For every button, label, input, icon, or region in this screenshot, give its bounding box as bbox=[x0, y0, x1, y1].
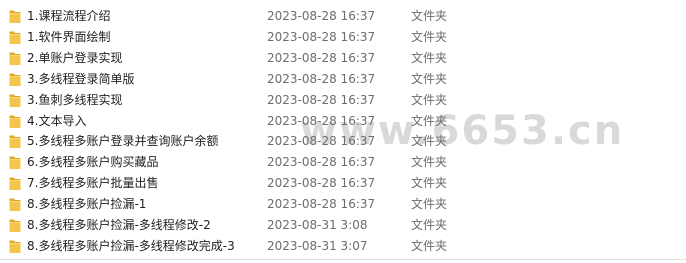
file-list: 1.课程流程介绍 2023-08-28 16:37 文件夹 1.软件界面绘制 2023-… bbox=[0, 0, 686, 263]
file-row[interactable]: 8.多线程多账户捡漏-多线程修改完成-3 2023-08-31 3:07 文件夹 bbox=[0, 236, 686, 257]
file-row[interactable]: 1.软件界面绘制 2023-08-28 16:37 文件夹 bbox=[0, 27, 686, 48]
file-name[interactable]: 1.软件界面绘制 bbox=[27, 30, 110, 45]
file-type: 文件夹 bbox=[411, 113, 448, 128]
modified-date: 2023-08-28 16:37 bbox=[267, 197, 376, 212]
file-row[interactable]: 8.多线程多账户捡漏-多线程修改-2 2023-08-31 3:08 文件夹 bbox=[0, 215, 686, 236]
file-name[interactable]: 7.多线程多账户批量出售 bbox=[27, 176, 158, 191]
folder-icon bbox=[9, 93, 21, 108]
file-name[interactable]: 3.多线程登录简单版 bbox=[27, 72, 134, 87]
list-bottom-divider bbox=[0, 259, 686, 260]
file-name[interactable]: 5.多线程多账户登录并查询账户余额 bbox=[27, 134, 218, 149]
file-row[interactable]: 3.鱼刺多线程实现 2023-08-28 16:37 文件夹 bbox=[0, 90, 686, 111]
file-row[interactable]: 8.多线程多账户捡漏-1 2023-08-28 16:37 文件夹 bbox=[0, 194, 686, 215]
modified-date: 2023-08-28 16:37 bbox=[267, 71, 376, 86]
modified-date: 2023-08-28 16:37 bbox=[267, 134, 376, 149]
folder-icon bbox=[9, 134, 21, 149]
modified-date: 2023-08-28 16:37 bbox=[267, 9, 376, 23]
file-name[interactable]: 8.多线程多账户捡漏-多线程修改完成-3 bbox=[27, 239, 235, 254]
folder-icon bbox=[9, 9, 21, 24]
file-type: 文件夹 bbox=[411, 71, 448, 86]
folder-icon bbox=[9, 176, 21, 191]
modified-date: 2023-08-28 16:37 bbox=[267, 92, 376, 107]
file-type: 文件夹 bbox=[411, 218, 448, 232]
folder-icon bbox=[9, 218, 21, 233]
folder-icon bbox=[9, 72, 21, 87]
file-type: 文件夹 bbox=[411, 155, 448, 170]
file-name[interactable]: 2.单账户登录实现 bbox=[27, 51, 122, 66]
file-row[interactable]: 3.多线程登录简单版 2023-08-28 16:37 文件夹 bbox=[0, 69, 686, 90]
modified-date: 2023-08-28 16:37 bbox=[267, 50, 376, 65]
file-type: 文件夹 bbox=[411, 92, 448, 107]
file-type: 文件夹 bbox=[411, 9, 448, 23]
modified-date: 2023-08-28 16:37 bbox=[267, 176, 376, 191]
folder-icon bbox=[9, 239, 21, 254]
file-type: 文件夹 bbox=[411, 238, 448, 253]
folder-icon bbox=[9, 51, 21, 66]
file-row[interactable]: 4.文本导入 2023-08-28 16:37 文件夹 bbox=[0, 111, 686, 132]
file-row[interactable]: 5.多线程多账户登录并查询账户余额 2023-08-28 16:37 文件夹 bbox=[0, 131, 686, 152]
file-name[interactable]: 8.多线程多账户捡漏-多线程修改-2 bbox=[27, 218, 211, 233]
folder-icon bbox=[9, 30, 21, 45]
file-type: 文件夹 bbox=[411, 134, 448, 149]
file-type: 文件夹 bbox=[411, 176, 448, 191]
file-name[interactable]: 3.鱼刺多线程实现 bbox=[27, 93, 122, 108]
file-row[interactable]: 6.多线程多账户购买藏品 2023-08-28 16:37 文件夹 bbox=[0, 152, 686, 173]
modified-date: 2023-08-28 16:37 bbox=[267, 29, 376, 44]
file-name[interactable]: 1.课程流程介绍 bbox=[27, 9, 110, 24]
file-row[interactable]: 7.多线程多账户批量出售 2023-08-28 16:37 文件夹 bbox=[0, 173, 686, 194]
modified-date: 2023-08-28 16:37 bbox=[267, 113, 376, 128]
file-row[interactable]: 2.单账户登录实现 2023-08-28 16:37 文件夹 bbox=[0, 48, 686, 69]
file-row[interactable]: 1.课程流程介绍 2023-08-28 16:37 文件夹 bbox=[0, 6, 686, 27]
folder-icon bbox=[9, 197, 21, 212]
modified-date: 2023-08-31 3:07 bbox=[267, 238, 368, 253]
file-type: 文件夹 bbox=[411, 29, 448, 44]
file-type: 文件夹 bbox=[411, 197, 448, 212]
file-type: 文件夹 bbox=[411, 50, 448, 65]
file-name[interactable]: 6.多线程多账户购买藏品 bbox=[27, 155, 158, 170]
file-name[interactable]: 4.文本导入 bbox=[27, 114, 86, 129]
modified-date: 2023-08-31 3:08 bbox=[267, 218, 368, 232]
file-name[interactable]: 8.多线程多账户捡漏-1 bbox=[27, 197, 146, 212]
folder-icon bbox=[9, 155, 21, 170]
folder-icon bbox=[9, 114, 21, 129]
modified-date: 2023-08-28 16:37 bbox=[267, 155, 376, 170]
